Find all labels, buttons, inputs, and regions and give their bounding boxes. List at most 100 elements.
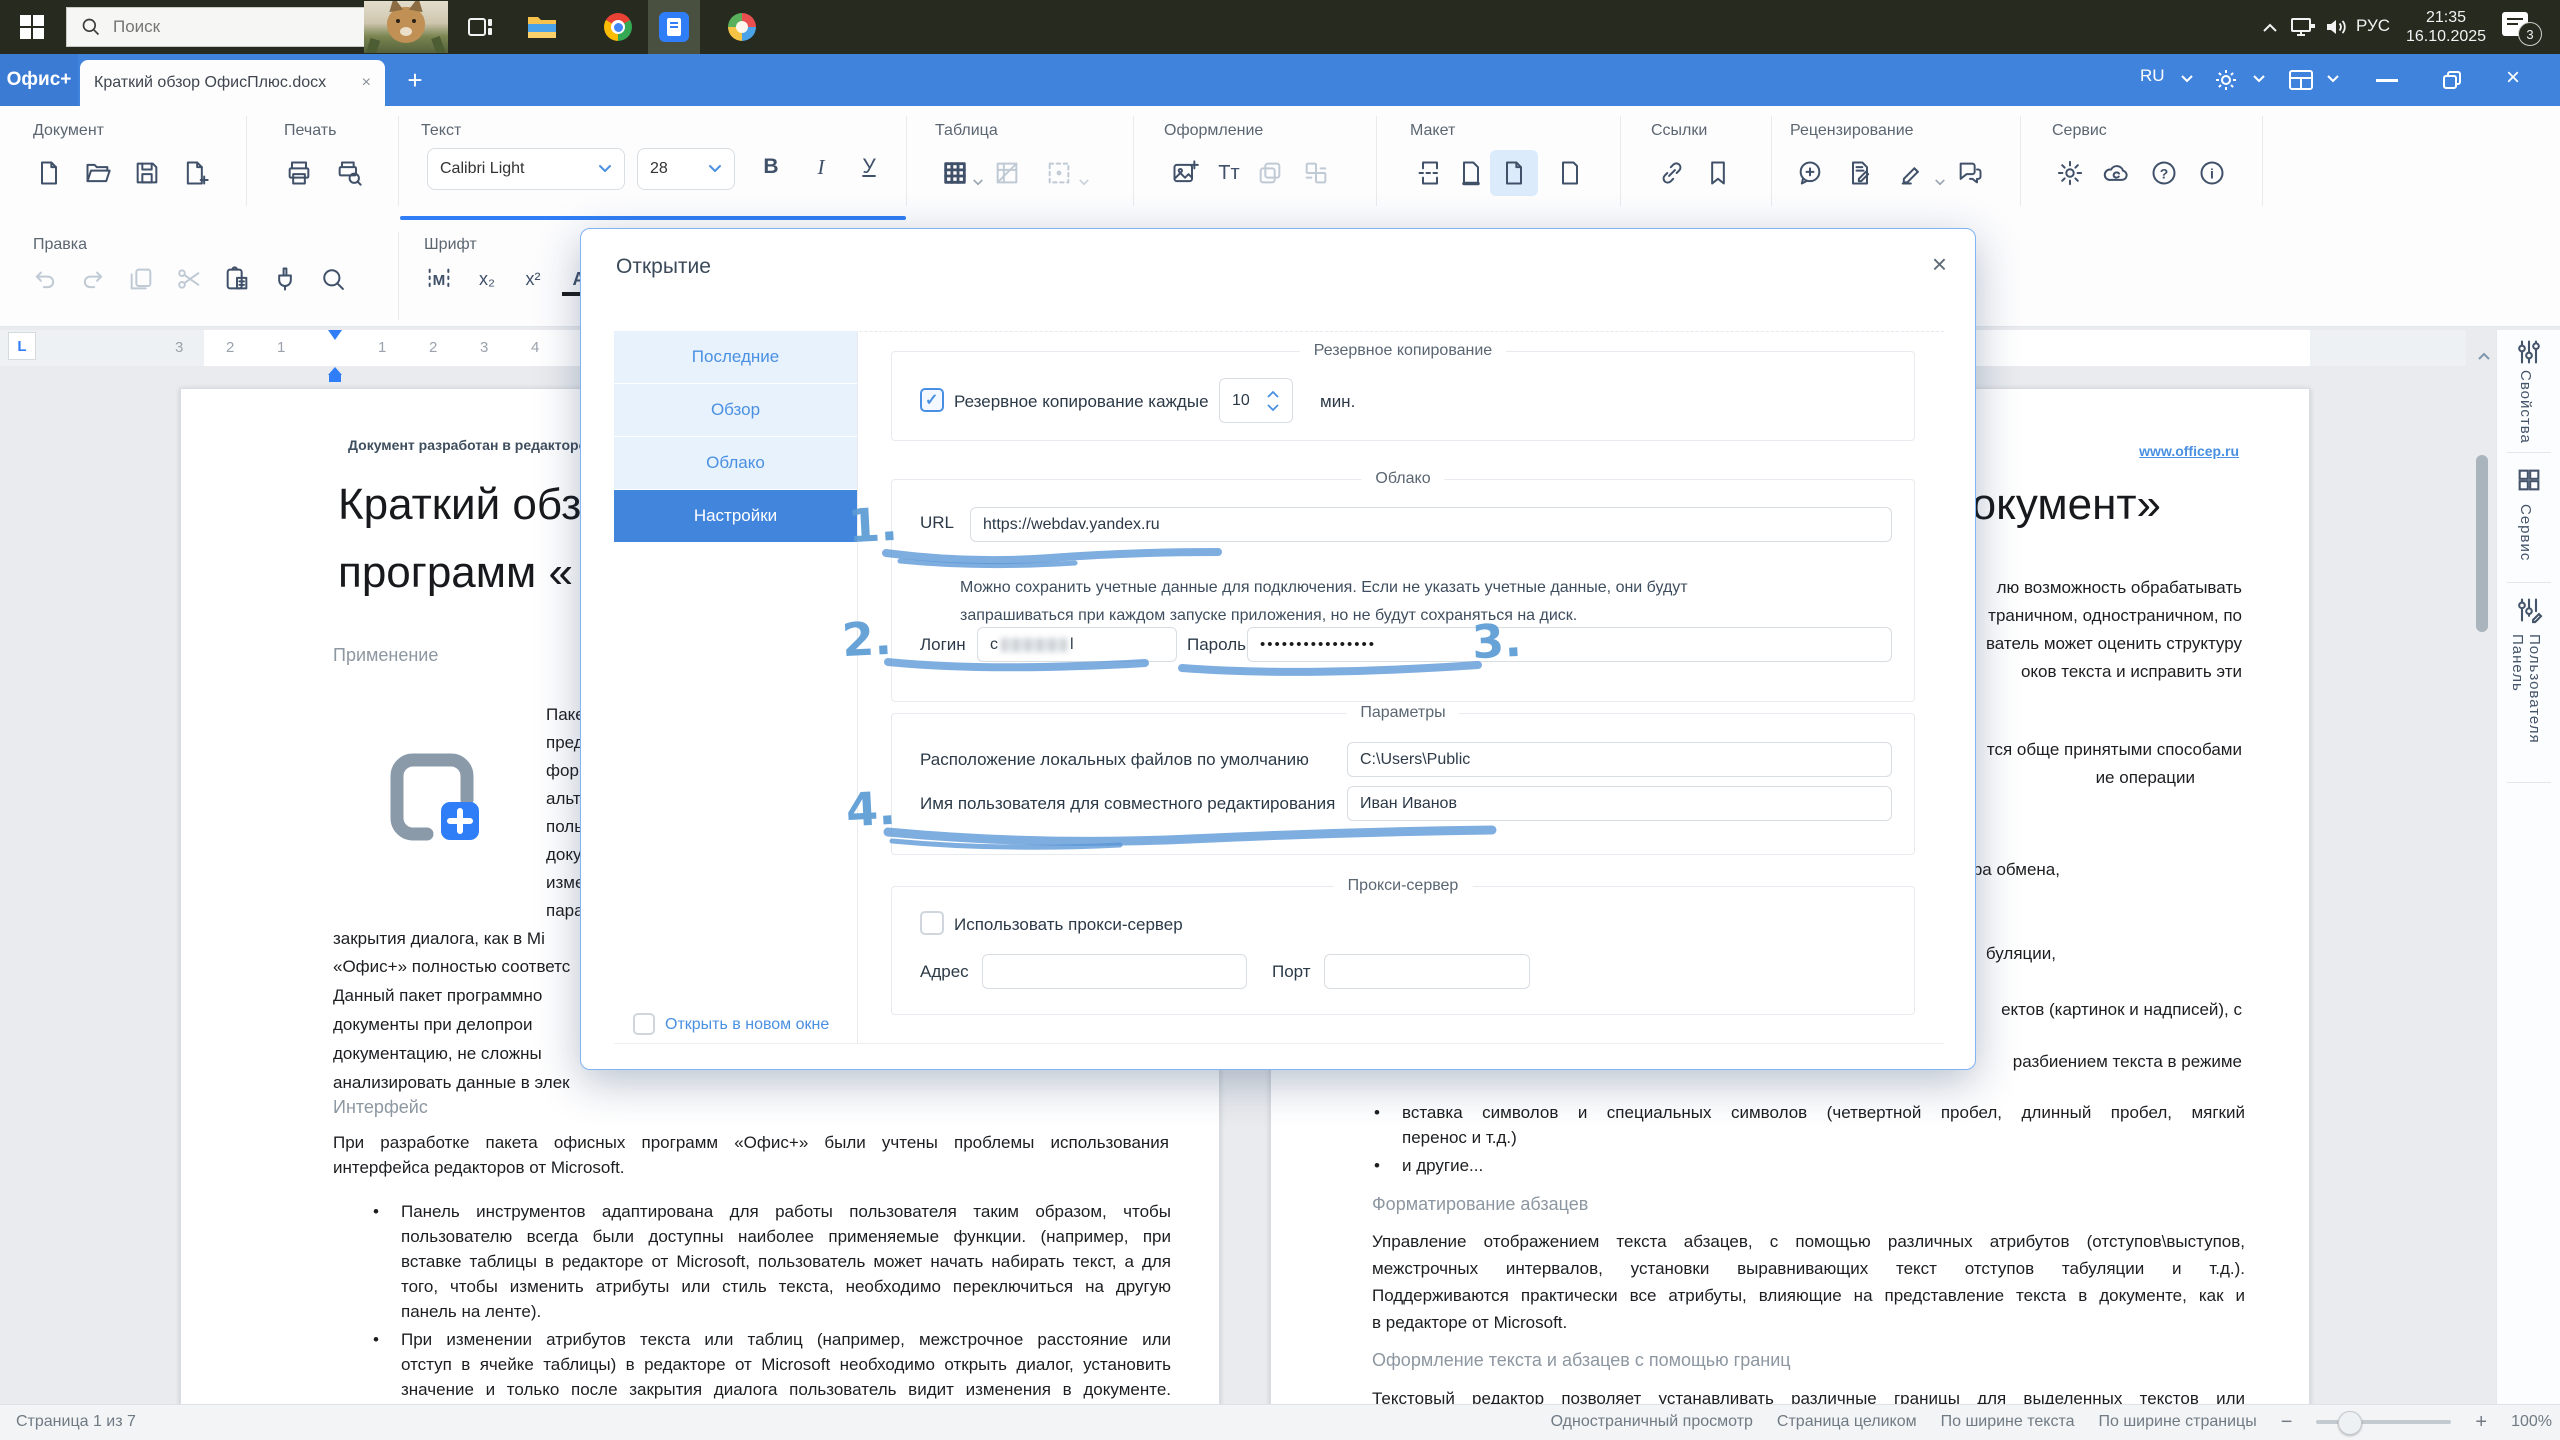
cloud-sync-button[interactable] — [2099, 156, 2133, 190]
paste-button[interactable] — [220, 262, 254, 296]
proxy-checkbox[interactable] — [920, 911, 944, 935]
underline-button[interactable]: У — [852, 150, 886, 184]
chevron-down-icon[interactable] — [2252, 74, 2266, 84]
new-document-button[interactable] — [32, 156, 66, 190]
save-as-button[interactable] — [179, 156, 213, 190]
view-single-page[interactable]: Одностраничный просмотр — [1551, 1413, 1753, 1431]
password-input[interactable]: •••••••••••••••• — [1247, 627, 1892, 662]
chevron-down-icon[interactable] — [1934, 178, 1946, 187]
bookmark-button[interactable] — [1701, 156, 1735, 190]
spinner-arrows-icon[interactable] — [1266, 388, 1280, 414]
local-files-input[interactable] — [1347, 742, 1892, 777]
font-size-select[interactable]: 28 — [637, 148, 735, 190]
document-tab[interactable]: Краткий обзор ОфисПлюс.docx × — [80, 60, 385, 106]
about-button[interactable]: i — [2195, 156, 2229, 190]
zoom-out-button[interactable]: − — [2281, 1411, 2293, 1434]
close-window-button[interactable]: × — [2506, 64, 2520, 92]
insert-table-button[interactable] — [938, 156, 972, 190]
login-input[interactable]: c l — [977, 627, 1177, 662]
zoom-slider[interactable] — [2316, 1411, 2452, 1435]
left-indent-marker[interactable] — [328, 367, 342, 375]
office-app-button[interactable] — [658, 12, 690, 42]
app-logo[interactable]: Офис+ — [0, 54, 78, 106]
help-button[interactable]: ? — [2147, 156, 2181, 190]
tray-expand-button[interactable] — [2256, 18, 2284, 38]
new-tab-button[interactable]: + — [398, 62, 432, 98]
url-input[interactable] — [970, 507, 1892, 542]
open-new-window-label[interactable]: Открыть в новом окне — [665, 1016, 829, 1034]
tab-stop-selector[interactable]: L — [8, 332, 36, 360]
add-comment-button[interactable] — [1793, 156, 1827, 190]
view-whole-page[interactable]: Страница целиком — [1777, 1413, 1917, 1431]
dialog-close-icon[interactable]: × — [1932, 249, 1947, 280]
chrome-button[interactable] — [602, 13, 634, 41]
comment-plus-icon — [1799, 161, 1821, 185]
print-preview-button[interactable] — [332, 156, 366, 190]
dialog-tab-settings[interactable]: Настройки — [614, 490, 857, 542]
task-view-button[interactable] — [465, 14, 497, 40]
superscript-button[interactable]: x² — [516, 262, 550, 296]
group-label-design: Оформление — [1164, 122, 1264, 139]
page-margins-button[interactable] — [1454, 156, 1488, 190]
subscript-button[interactable]: x₂ — [470, 262, 504, 296]
dialog-tab-recent[interactable]: Последние — [614, 331, 857, 383]
first-line-indent-marker[interactable] — [328, 330, 342, 340]
track-changes-button[interactable] — [1843, 156, 1877, 190]
open-document-button[interactable] — [81, 156, 115, 190]
chevron-down-icon[interactable] — [2326, 74, 2340, 84]
page-break-button[interactable] — [1413, 156, 1447, 190]
print-button[interactable] — [282, 156, 316, 190]
volume-tray-button[interactable] — [2322, 14, 2352, 40]
format-painter-button[interactable] — [268, 262, 302, 296]
indent-square-marker[interactable] — [329, 375, 341, 382]
highlighter-button[interactable] — [1895, 156, 1929, 190]
proxy-address-input[interactable] — [982, 954, 1247, 989]
settings-button[interactable] — [2053, 156, 2087, 190]
redo-button — [76, 262, 110, 296]
zoom-in-button[interactable]: + — [2475, 1411, 2487, 1434]
font-name-select[interactable]: Calibri Light — [427, 148, 625, 190]
italic-button[interactable]: I — [804, 150, 838, 184]
view-page-width[interactable]: По ширине страницы — [2099, 1413, 2257, 1431]
ui-language-selector[interactable]: RU — [2140, 66, 2165, 86]
bold-button[interactable]: B — [754, 150, 788, 184]
start-button[interactable] — [12, 14, 52, 40]
close-tab-icon[interactable]: × — [362, 74, 371, 92]
scroll-up-icon[interactable] — [2476, 350, 2492, 362]
text-style-button[interactable]: Тт — [1212, 156, 1246, 190]
char-spacing-button[interactable]: М — [422, 262, 456, 296]
page-split-icon — [1418, 161, 1442, 185]
chevron-down-icon[interactable] — [972, 178, 984, 187]
dialog-tab-browse[interactable]: Обзор — [614, 384, 857, 436]
vertical-scrollbar-thumb[interactable] — [2476, 455, 2488, 632]
restore-window-button[interactable] — [2442, 70, 2462, 90]
backup-interval-input[interactable]: 10 — [1219, 378, 1293, 423]
blank-page-button[interactable] — [1553, 156, 1587, 190]
insert-image-button[interactable] — [1168, 156, 1202, 190]
tab-service[interactable]: Сервис — [2497, 452, 2560, 582]
layout-view-icon[interactable] — [2288, 68, 2314, 92]
view-text-width[interactable]: По ширине текста — [1941, 1413, 2075, 1431]
tab-user-panel[interactable]: Панель Пользователя — [2497, 582, 2560, 782]
theme-sun-icon[interactable] — [2214, 68, 2238, 92]
paint-app-button[interactable] — [726, 13, 758, 41]
search-input[interactable] — [111, 16, 335, 38]
comments-list-button[interactable] — [1953, 156, 1987, 190]
tab-properties[interactable]: Свойства — [2497, 330, 2560, 452]
page-orientation-button[interactable] — [1497, 156, 1531, 190]
zoom-slider-thumb[interactable] — [2338, 1411, 2363, 1435]
language-indicator[interactable]: РУС — [2356, 16, 2390, 36]
minimize-button[interactable] — [2376, 79, 2398, 82]
save-document-button[interactable] — [130, 156, 164, 190]
proxy-port-input[interactable] — [1324, 954, 1530, 989]
network-tray-button[interactable] — [2288, 14, 2318, 40]
open-new-window-checkbox[interactable] — [633, 1013, 655, 1035]
find-button[interactable] — [316, 262, 350, 296]
hyperlink-button[interactable] — [1655, 156, 1689, 190]
backup-checkbox[interactable] — [920, 388, 944, 412]
file-explorer-button[interactable] — [526, 13, 558, 41]
dialog-tab-cloud[interactable]: Облако — [614, 437, 857, 489]
clock[interactable]: 21:35 16.10.2025 — [2400, 8, 2492, 46]
chevron-down-icon[interactable] — [2180, 74, 2194, 84]
username-input[interactable] — [1347, 786, 1892, 821]
